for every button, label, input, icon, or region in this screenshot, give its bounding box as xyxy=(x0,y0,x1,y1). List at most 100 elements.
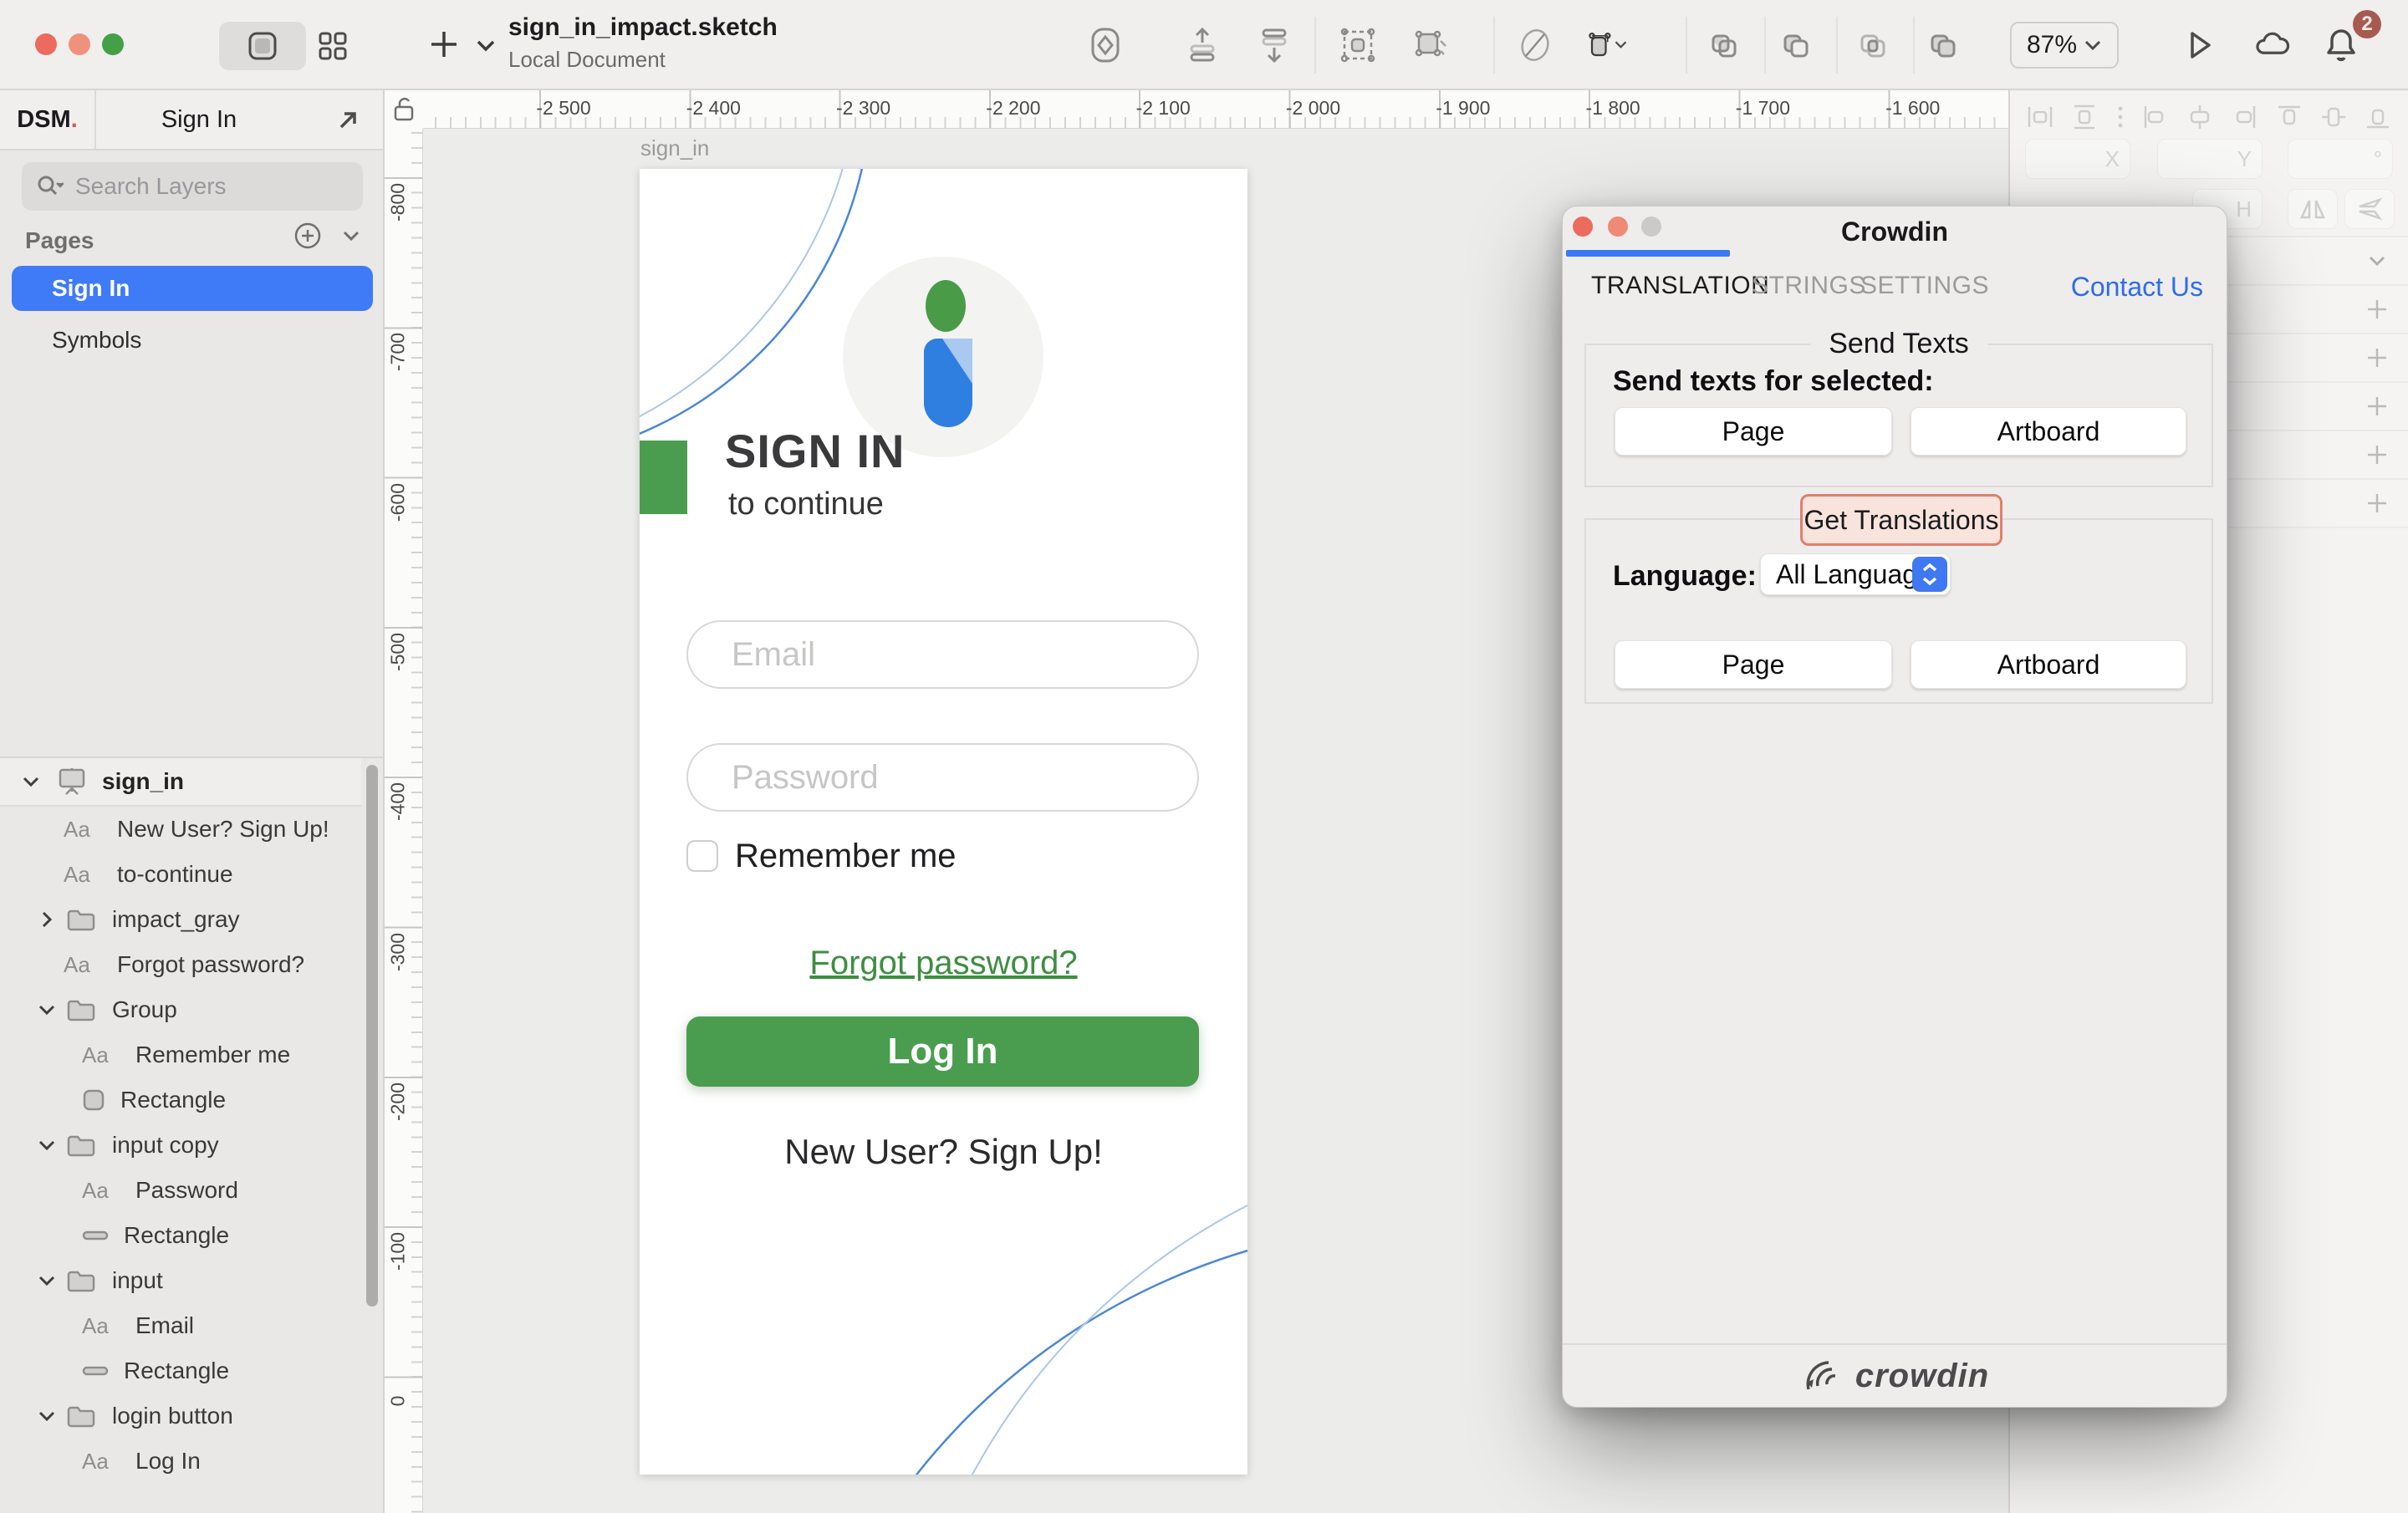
boolean-subtract-button[interactable] xyxy=(1776,25,1816,65)
artboard[interactable]: SIGN IN to continue Remember me Forgot p… xyxy=(640,169,1247,1475)
send-page-button[interactable]: Page xyxy=(1615,407,1892,456)
chevron-down-icon[interactable] xyxy=(37,1271,57,1291)
page-item-symbols[interactable]: Symbols xyxy=(12,318,373,363)
y-position-field[interactable]: Y xyxy=(2157,139,2263,179)
boolean-difference-button[interactable] xyxy=(1923,25,1963,65)
layer-row[interactable]: input xyxy=(0,1258,361,1303)
contact-us-link[interactable]: Contact Us xyxy=(2071,272,2203,303)
layer-row[interactable]: AaForgot password? xyxy=(0,942,361,987)
canvas-view-toggle[interactable] xyxy=(219,22,306,70)
align-center-horizontal-icon[interactable] xyxy=(2185,102,2215,132)
layer-row[interactable]: impact_gray xyxy=(0,897,361,942)
search-input[interactable]: Search Layers xyxy=(22,162,363,211)
layer-row[interactable]: AaEmail xyxy=(0,1303,361,1348)
v-ruler-label: -100 xyxy=(387,1232,410,1271)
flip-horizontal-button[interactable] xyxy=(2288,189,2338,229)
layer-row[interactable]: AaPassword xyxy=(0,1168,361,1213)
chevron-down-icon[interactable] xyxy=(37,1135,57,1155)
zoom-level-dropdown[interactable]: 87% xyxy=(2010,22,2119,69)
distribute-horizontal-icon[interactable] xyxy=(2025,102,2055,132)
unlock-icon[interactable] xyxy=(391,95,416,124)
preview-play-button[interactable] xyxy=(2179,25,2219,65)
get-translations-button[interactable]: Get Translations xyxy=(1800,494,2002,546)
distribute-vertical-icon[interactable] xyxy=(2069,102,2099,132)
rotation-field[interactable]: ° xyxy=(2288,139,2393,179)
layer-row[interactable]: Rectangle xyxy=(0,1213,361,1258)
tab-settings[interactable]: SETTINGS xyxy=(1860,272,1989,300)
bring-forward-button[interactable] xyxy=(1182,25,1222,65)
signup-text[interactable]: New User? Sign Up! xyxy=(640,1132,1247,1172)
dropdown-stepper-icon[interactable] xyxy=(1912,557,1947,592)
layer-row[interactable]: AaRemember me xyxy=(0,1032,361,1077)
mask-button[interactable] xyxy=(1515,25,1555,65)
add-style-icon[interactable] xyxy=(2365,491,2390,516)
page-item-sign-in[interactable]: Sign In xyxy=(12,266,373,311)
dialog-tab-bar: TRANSLATION STRINGS SETTINGS Contact Us xyxy=(1563,272,2227,308)
insert-button[interactable] xyxy=(425,25,463,64)
add-page-button[interactable] xyxy=(293,221,323,251)
send-artboard-button[interactable]: Artboard xyxy=(1911,407,2186,456)
artboard-canvas-label[interactable]: sign_in xyxy=(640,135,709,161)
remember-me-checkbox[interactable] xyxy=(686,840,718,872)
send-backward-button[interactable] xyxy=(1254,25,1294,65)
pages-collapse-chevron-icon[interactable] xyxy=(339,224,363,247)
layer-row[interactable]: input copy xyxy=(0,1123,361,1168)
boolean-intersect-button[interactable] xyxy=(1853,25,1893,65)
collapse-chevron-icon[interactable] xyxy=(2365,248,2390,273)
add-style-icon[interactable] xyxy=(2365,345,2390,370)
layer-row[interactable]: Rectangle xyxy=(0,1077,361,1123)
chevron-down-icon[interactable] xyxy=(37,1406,57,1426)
email-field[interactable] xyxy=(686,620,1199,689)
insert-chevron-icon[interactable] xyxy=(475,25,497,64)
add-style-icon[interactable] xyxy=(2365,297,2390,322)
login-button[interactable]: Log In xyxy=(686,1016,1199,1087)
group-button[interactable] xyxy=(1338,25,1378,65)
grid-view-toggle[interactable] xyxy=(311,27,355,65)
layer-row[interactable]: login button xyxy=(0,1393,361,1439)
sidebar-scrollbar[interactable] xyxy=(366,765,378,1307)
artboard-layer-row[interactable]: sign_in xyxy=(0,758,361,807)
password-field[interactable] xyxy=(686,743,1199,812)
scale-button[interactable] xyxy=(1587,25,1627,65)
tab-current-page[interactable]: Sign In xyxy=(94,90,304,149)
tab-translation[interactable]: TRANSLATION xyxy=(1591,272,1769,300)
add-style-icon[interactable] xyxy=(2365,394,2390,419)
x-position-field[interactable]: X xyxy=(2025,139,2130,179)
chevron-right-icon[interactable] xyxy=(37,909,57,930)
cloud-sync-button[interactable] xyxy=(2252,25,2293,65)
get-artboard-button[interactable]: Artboard xyxy=(1911,640,2186,689)
maximize-window-button[interactable] xyxy=(102,33,124,55)
tab-strings[interactable]: STRINGS xyxy=(1752,272,1866,300)
alignment-toolbar xyxy=(2010,95,2408,139)
align-top-icon[interactable] xyxy=(2274,102,2304,132)
remember-me-label: Remember me xyxy=(735,838,957,875)
v-ruler-label: -500 xyxy=(387,633,410,671)
h-ruler-label: -1 700 xyxy=(1736,97,1790,120)
create-symbol-button[interactable] xyxy=(1085,25,1125,65)
flip-vertical-button[interactable] xyxy=(2344,189,2395,229)
logo-blue-droplet xyxy=(924,339,972,427)
chevron-down-icon[interactable] xyxy=(20,771,42,792)
boolean-union-button[interactable] xyxy=(1704,25,1744,65)
layer-row[interactable]: Group xyxy=(0,987,361,1032)
chevron-down-icon[interactable] xyxy=(37,1000,57,1020)
align-right-icon[interactable] xyxy=(2229,102,2259,132)
forgot-password-link[interactable]: Forgot password? xyxy=(640,945,1247,982)
add-style-icon[interactable] xyxy=(2365,442,2390,467)
tab-dsm[interactable]: DSM. xyxy=(0,90,94,149)
language-dropdown[interactable]: All Languages xyxy=(1760,553,1951,595)
align-left-icon[interactable] xyxy=(2140,102,2171,132)
h-ruler-label: -2 400 xyxy=(686,97,741,120)
layer-row[interactable]: AaNew User? Sign Up! xyxy=(0,807,361,852)
minimize-window-button[interactable] xyxy=(69,33,90,55)
layer-row[interactable]: Aato-continue xyxy=(0,852,361,897)
open-external-icon[interactable] xyxy=(333,105,363,135)
layer-row[interactable]: Rectangle xyxy=(0,1348,361,1393)
get-page-button[interactable]: Page xyxy=(1615,640,1892,689)
close-window-button[interactable] xyxy=(35,33,57,55)
layer-row[interactable]: AaLog In xyxy=(0,1439,361,1484)
ungroup-button[interactable] xyxy=(1410,25,1450,65)
more-dots-icon[interactable] xyxy=(2115,102,2126,132)
align-bottom-icon[interactable] xyxy=(2363,102,2393,132)
align-middle-vertical-icon[interactable] xyxy=(2319,102,2349,132)
